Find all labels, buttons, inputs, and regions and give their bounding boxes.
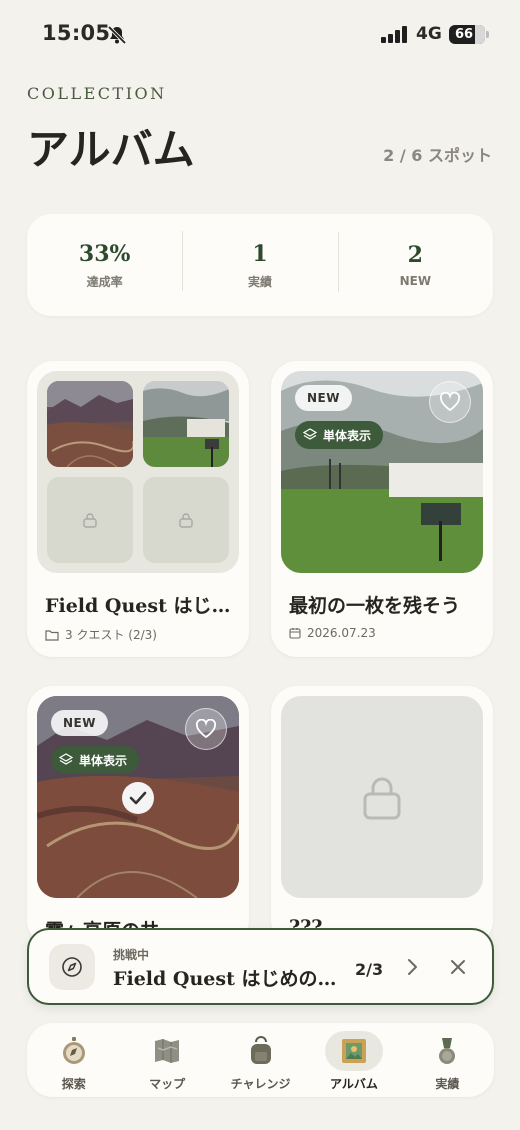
single-view-label: 単体表示: [79, 753, 128, 768]
lock-icon: [179, 513, 193, 528]
tab-achievements[interactable]: 実績: [401, 1023, 494, 1097]
tab-explore[interactable]: 探索: [27, 1023, 120, 1097]
stats-card: 33% 達成率 1 実績 2 NEW: [27, 214, 493, 316]
stat-value: 1: [252, 240, 268, 267]
card-title: Field Quest はじ…: [45, 595, 231, 617]
tab-album[interactable]: アルバム: [307, 1023, 400, 1097]
heart-icon: [195, 719, 217, 739]
stat-label: 達成率: [86, 274, 123, 289]
album-card-photo[interactable]: NEW 単体表示 最初の一枚を残そう 2026.07.23: [271, 361, 493, 657]
page-title: アルバム: [27, 125, 195, 174]
tab-challenge[interactable]: チャレンジ: [214, 1023, 307, 1097]
new-badge: NEW: [295, 385, 352, 411]
stat-label: NEW: [399, 274, 432, 288]
lock-icon: [83, 513, 97, 528]
favorite-button[interactable]: [429, 381, 471, 423]
layers-icon: [303, 428, 317, 440]
single-view-label: 単体表示: [323, 428, 372, 443]
album-icon: [338, 1035, 370, 1067]
bell-muted-icon: [107, 25, 127, 45]
network-type: 4G: [416, 24, 442, 44]
single-view-badge[interactable]: 単体表示: [51, 746, 140, 774]
active-challenge-bar[interactable]: 挑戦中 Field Quest はじめの… 2/3: [27, 928, 494, 1005]
challenge-compass: [49, 944, 95, 990]
album-card-quest[interactable]: Field Quest はじ… 3 クエスト (2/3): [27, 361, 249, 657]
battery-indicator: 66: [449, 25, 489, 44]
status-bar: 15:05 4G 66: [0, 0, 520, 70]
chevron-right-icon[interactable]: [401, 956, 423, 978]
calendar-icon: [289, 628, 301, 639]
tab-map[interactable]: マップ: [120, 1023, 213, 1097]
completed-check-icon: [122, 782, 154, 814]
section-eyebrow: COLLECTION: [27, 84, 167, 103]
single-view-badge[interactable]: 単体表示: [295, 421, 384, 449]
locked-photo-slot: [47, 477, 133, 563]
card-title: 最初の一枚を残そう: [289, 595, 461, 617]
stat-completion: 33% 達成率: [27, 241, 182, 290]
quest-count: 3 クエスト (2/3): [65, 628, 157, 642]
challenge-status-label: 挑戦中: [113, 948, 150, 962]
tab-label: チャレンジ: [230, 1077, 291, 1091]
photo-date: 2026.07.23: [307, 626, 376, 640]
compass-icon: [58, 1035, 90, 1067]
tab-label: アルバム: [329, 1077, 378, 1091]
card-meta: 3 クエスト (2/3): [45, 626, 157, 643]
close-icon[interactable]: [447, 956, 469, 978]
signal-icon: [381, 26, 407, 43]
stat-achievements: 1 実績: [182, 230, 337, 291]
battery-level: 66: [455, 27, 474, 42]
card-meta: 2026.07.23: [289, 626, 376, 640]
map-icon: [151, 1035, 183, 1067]
tab-label: マップ: [149, 1077, 186, 1091]
medal-icon: [431, 1035, 463, 1067]
stat-value: 33%: [78, 240, 131, 267]
tab-label: 実績: [435, 1077, 460, 1091]
tab-label: 探索: [61, 1077, 86, 1091]
locked-photo-slot: [143, 477, 229, 563]
heart-icon: [439, 392, 461, 412]
backpack-icon: [245, 1035, 277, 1067]
stat-new: 2 NEW: [337, 232, 493, 292]
spot-count: 2 / 6 スポット: [383, 146, 492, 165]
favorite-button[interactable]: [185, 708, 227, 750]
challenge-title: Field Quest はじめの…: [113, 968, 337, 990]
stat-label: 実績: [247, 274, 272, 289]
status-time: 15:05: [42, 21, 111, 45]
photo-thumbnail-canyon: [47, 381, 133, 467]
compass-icon: [62, 957, 82, 977]
challenge-progress: 2/3: [355, 960, 384, 979]
stat-value: 2: [407, 242, 423, 268]
photo-thumbnail-sign: [143, 381, 229, 467]
layers-icon: [59, 753, 73, 765]
locked-photo-slot: [281, 696, 483, 898]
album-card-photo[interactable]: NEW 単体表示 霧ヶ高原の共: [27, 686, 249, 946]
quest-photo-grid: [37, 371, 239, 573]
new-badge: NEW: [51, 710, 108, 736]
bottom-tab-bar: 探索 マップ チャレンジ アルバム 実績: [27, 1023, 494, 1097]
album-card-locked[interactable]: ???: [271, 686, 493, 946]
lock-icon: [363, 777, 401, 820]
folder-icon: [45, 629, 59, 641]
